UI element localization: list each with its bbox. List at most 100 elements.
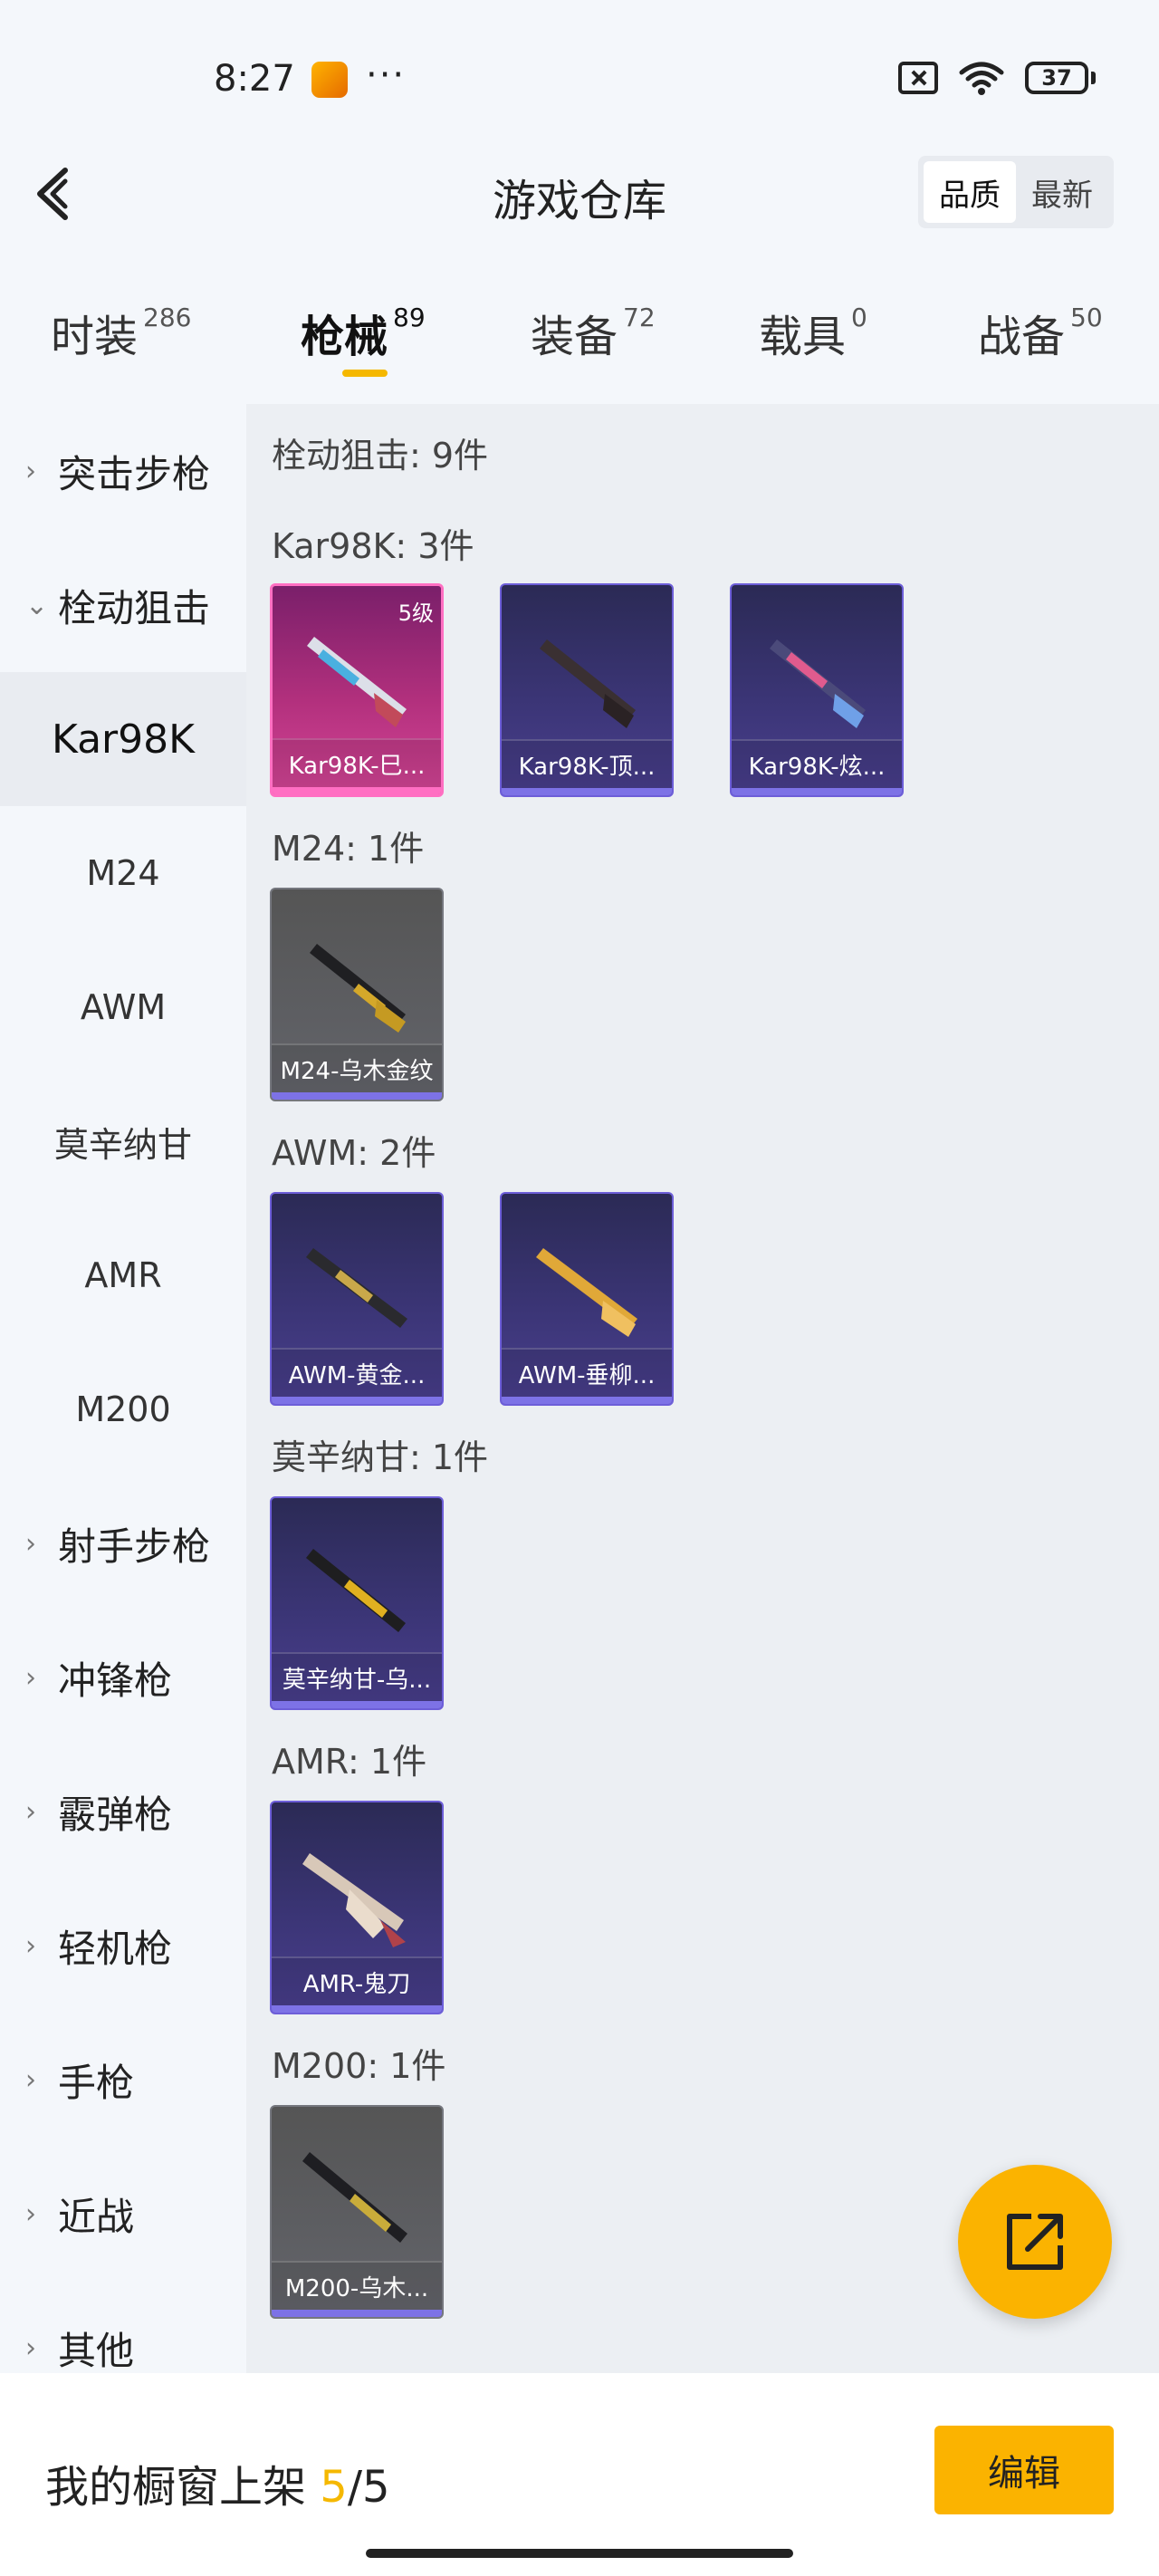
weapon-card[interactable]: M200-乌木...: [270, 2105, 444, 2319]
weapon-card[interactable]: Kar98K-顶...: [500, 583, 674, 797]
showcase-total-count: /5: [347, 2462, 390, 2513]
active-tab-indicator: [342, 370, 388, 377]
sidebar-item-melee[interactable]: › 近战: [0, 2147, 246, 2281]
rifle-icon: [302, 2152, 407, 2243]
sidebar-item-dmr[interactable]: › 射手步枪: [0, 1476, 246, 1610]
app-notification-icon: [311, 62, 348, 98]
sidebar-item-smg[interactable]: › 冲锋枪: [0, 1610, 246, 1745]
rifle-icon: [307, 637, 407, 727]
chevron-right-icon: ›: [25, 2197, 36, 2230]
share-button[interactable]: [958, 2165, 1112, 2319]
rifle-icon: [310, 944, 406, 1033]
tab-guns[interactable]: 枪械 89: [301, 301, 426, 364]
group-title-kar98k: Kar98K: 3件: [272, 526, 474, 566]
rifle-icon: [306, 1549, 406, 1632]
weapon-name: 莫辛纳甘-乌...: [272, 1652, 442, 1701]
weapon-name: AWM-垂柳...: [502, 1348, 672, 1397]
showcase-label: 我的橱窗上架: [45, 2462, 307, 2513]
group-title-m200: M200: 1件: [272, 2046, 446, 2086]
sidebar-item-lmg[interactable]: › 轻机枪: [0, 1879, 246, 2013]
sidebar-item-mosin[interactable]: 莫辛纳甘: [0, 1074, 246, 1208]
rifle-icon: [770, 639, 866, 728]
no-sim-icon: [898, 62, 938, 94]
tab-count: 286: [143, 303, 192, 332]
sidebar-item-bolt-sniper[interactable]: ⌄ 栓动狙击: [0, 538, 246, 672]
sort-quality-button[interactable]: 品质: [924, 161, 1016, 223]
status-icons: 37: [898, 60, 1096, 96]
chevron-right-icon: ›: [25, 2063, 36, 2096]
battery-icon: 37: [1025, 62, 1096, 94]
group-title-awm: AWM: 2件: [272, 1133, 436, 1173]
chevron-right-icon: ›: [25, 455, 36, 487]
sidebar-item-label: 其他: [58, 2328, 135, 2373]
tab-vehicles[interactable]: 载具 0: [759, 301, 867, 364]
sidebar-item-m200[interactable]: M200: [0, 1342, 246, 1476]
weapon-name: Kar98K-炫...: [732, 739, 902, 788]
group-title-mosin: 莫辛纳甘: 1件: [272, 1437, 489, 1477]
weapon-name: Kar98K-顶...: [502, 739, 672, 788]
chevron-right-icon: ›: [25, 1527, 36, 1560]
sidebar-item-label: 射手步枪: [58, 1523, 211, 1569]
tab-fashion[interactable]: 时装 286: [51, 301, 191, 364]
tab-label: 载具: [759, 312, 847, 362]
sidebar-item-label: 突击步枪: [58, 451, 211, 496]
status-time: 8:27: [214, 58, 295, 100]
level-badge: 5级: [398, 601, 434, 626]
tab-count: 89: [393, 303, 426, 332]
sidebar-item-other[interactable]: › 其他: [0, 2281, 246, 2373]
status-bar: 8:27 ··· 37: [0, 0, 1159, 154]
weapon-card[interactable]: M24-乌木金纹: [270, 888, 444, 1101]
wifi-icon: [959, 62, 1004, 95]
bottom-bar: 我的橱窗上架 5/5 编辑: [0, 2373, 1159, 2576]
sidebar-item-m24[interactable]: M24: [0, 806, 246, 940]
chevron-right-icon: ›: [25, 2331, 36, 2364]
rifle-icon: [536, 1248, 637, 1337]
weapon-card[interactable]: AWM-黄金...: [270, 1192, 444, 1406]
sidebar-item-kar98k[interactable]: Kar98K: [0, 672, 246, 806]
chevron-right-icon: ›: [25, 1661, 36, 1694]
sort-newest-button[interactable]: 最新: [1016, 161, 1108, 223]
weapon-name: M24-乌木金纹: [272, 1043, 442, 1092]
tab-count: 72: [623, 303, 656, 332]
home-indicator: [366, 2549, 793, 2558]
showcase-current-count: 5: [320, 2462, 348, 2513]
header: 游戏仓库 品质 最新: [0, 145, 1159, 245]
chevron-right-icon: ›: [25, 1929, 36, 1962]
tab-label: 枪械: [301, 312, 388, 362]
sidebar-item-label: 近战: [58, 2194, 135, 2239]
category-tabs: 时装 286 枪械 89 装备 72 载具 0 战备 50: [0, 290, 1159, 389]
rifle-icon: [540, 639, 636, 728]
sort-toggle: 品质 最新: [918, 156, 1114, 228]
sidebar-item-assault-rifle[interactable]: › 突击步枪: [0, 404, 246, 538]
sidebar: › 突击步枪 ⌄ 栓动狙击 Kar98K M24 AWM 莫辛纳甘 AMR M200…: [0, 404, 246, 2373]
group-title-m24: M24: 1件: [272, 829, 425, 869]
sidebar-item-shotgun[interactable]: › 霰弹枪: [0, 1745, 246, 1879]
weapon-card[interactable]: AMR-鬼刀: [270, 1801, 444, 2014]
weapon-card[interactable]: 莫辛纳甘-乌...: [270, 1496, 444, 1710]
sidebar-item-pistol[interactable]: › 手枪: [0, 2013, 246, 2147]
share-external-icon: [1007, 2214, 1063, 2270]
rifle-icon: [306, 1248, 407, 1328]
weapon-card[interactable]: AWM-垂柳...: [500, 1192, 674, 1406]
sidebar-item-amr[interactable]: AMR: [0, 1208, 246, 1342]
edit-button[interactable]: 编辑: [934, 2426, 1114, 2514]
weapon-card[interactable]: Kar98K-炫...: [730, 583, 904, 797]
weapon-card[interactable]: 5级 Kar98K-巳...: [270, 583, 444, 797]
weapon-grid: 栓动狙击: 9件 Kar98K: 3件 5级 Kar98K-巳... Kar98…: [246, 404, 1159, 2373]
tab-count: 0: [851, 303, 867, 332]
sidebar-item-label: 霰弹枪: [58, 1792, 173, 1837]
chevron-right-icon: ›: [25, 1795, 36, 1828]
group-title-amr: AMR: 1件: [272, 1742, 427, 1782]
tab-battle-gear[interactable]: 战备 50: [978, 301, 1103, 364]
category-summary: 栓动狙击: 9件: [272, 436, 489, 476]
tab-label: 战备: [978, 312, 1066, 362]
sidebar-item-label: 冲锋枪: [58, 1658, 173, 1703]
tab-equipment[interactable]: 装备 72: [531, 301, 656, 364]
weapon-name: M200-乌木...: [272, 2261, 442, 2310]
tab-label: 装备: [531, 312, 618, 362]
tab-label: 时装: [51, 312, 139, 362]
tab-count: 50: [1070, 303, 1103, 332]
weapon-name: Kar98K-巳...: [273, 738, 441, 787]
rifle-icon: [302, 1853, 406, 1947]
sidebar-item-awm[interactable]: AWM: [0, 940, 246, 1074]
